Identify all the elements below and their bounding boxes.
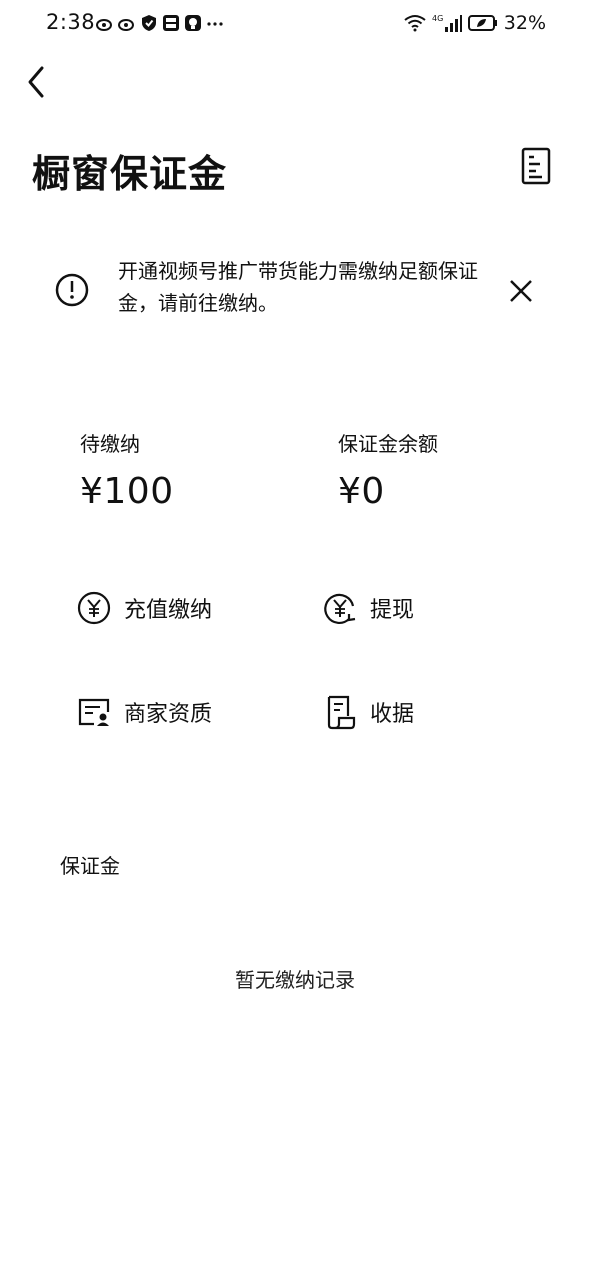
receipt-icon bbox=[327, 695, 356, 730]
status-right: 4G 32% bbox=[404, 12, 546, 34]
empty-records-text: 暂无缴纳记录 bbox=[235, 968, 355, 992]
weibo-icon bbox=[118, 19, 134, 31]
notification-icons bbox=[96, 14, 224, 32]
yuan-refresh-icon bbox=[324, 593, 356, 624]
merchant-qualification-button[interactable]: 商家资质 bbox=[76, 692, 212, 732]
cellular-signal-icon: 4G bbox=[432, 14, 462, 32]
document-list-icon[interactable] bbox=[520, 146, 554, 186]
balance-label: 保证金余额 bbox=[338, 432, 438, 456]
battery-icon bbox=[467, 15, 497, 31]
bulb-app-icon bbox=[185, 15, 201, 31]
close-icon[interactable] bbox=[506, 276, 536, 306]
alert-circle-icon bbox=[55, 273, 89, 307]
yuan-circle-icon bbox=[77, 591, 111, 625]
app-icon bbox=[163, 15, 179, 31]
withdraw-label: 提现 bbox=[370, 598, 415, 623]
pending-value: ¥100 bbox=[80, 471, 174, 512]
balance-value: ¥0 bbox=[338, 471, 385, 512]
page-title: 橱窗保证金 bbox=[32, 152, 228, 196]
section-title: 保证金 bbox=[60, 854, 120, 878]
withdraw-button[interactable]: 提现 bbox=[322, 588, 414, 628]
merchant-qualification-label: 商家资质 bbox=[124, 702, 213, 727]
more-dots-icon bbox=[207, 22, 223, 26]
status-bar: 2:38 4G 32% bbox=[0, 0, 590, 48]
wifi-icon bbox=[404, 15, 426, 32]
weibo-icon bbox=[96, 19, 112, 31]
status-time: 2:38 bbox=[46, 10, 96, 34]
back-button[interactable] bbox=[22, 62, 54, 102]
deposit-balance-stat: 保证金余额 ¥0 bbox=[338, 428, 438, 512]
pending-label: 待缴纳 bbox=[80, 432, 140, 456]
receipt-label: 收据 bbox=[370, 702, 415, 727]
battery-percent: 32% bbox=[503, 12, 546, 34]
deposit-page: 2:38 4G 32% 橱窗保证金 开通视频号推广带货能力需缴纳足额保证金，请前… bbox=[0, 0, 590, 1280]
shield-icon bbox=[142, 15, 156, 31]
notice-message: 开通视频号推广带货能力需缴纳足额保证金，请前往缴纳。 bbox=[118, 259, 478, 315]
recharge-label: 充值缴纳 bbox=[124, 598, 213, 623]
network-type-label: 4G bbox=[432, 14, 443, 23]
recharge-button[interactable]: 充值缴纳 bbox=[76, 588, 212, 628]
id-card-icon bbox=[78, 698, 110, 726]
pending-payment-stat: 待缴纳 ¥100 bbox=[80, 428, 174, 512]
receipt-button[interactable]: 收据 bbox=[322, 692, 414, 732]
